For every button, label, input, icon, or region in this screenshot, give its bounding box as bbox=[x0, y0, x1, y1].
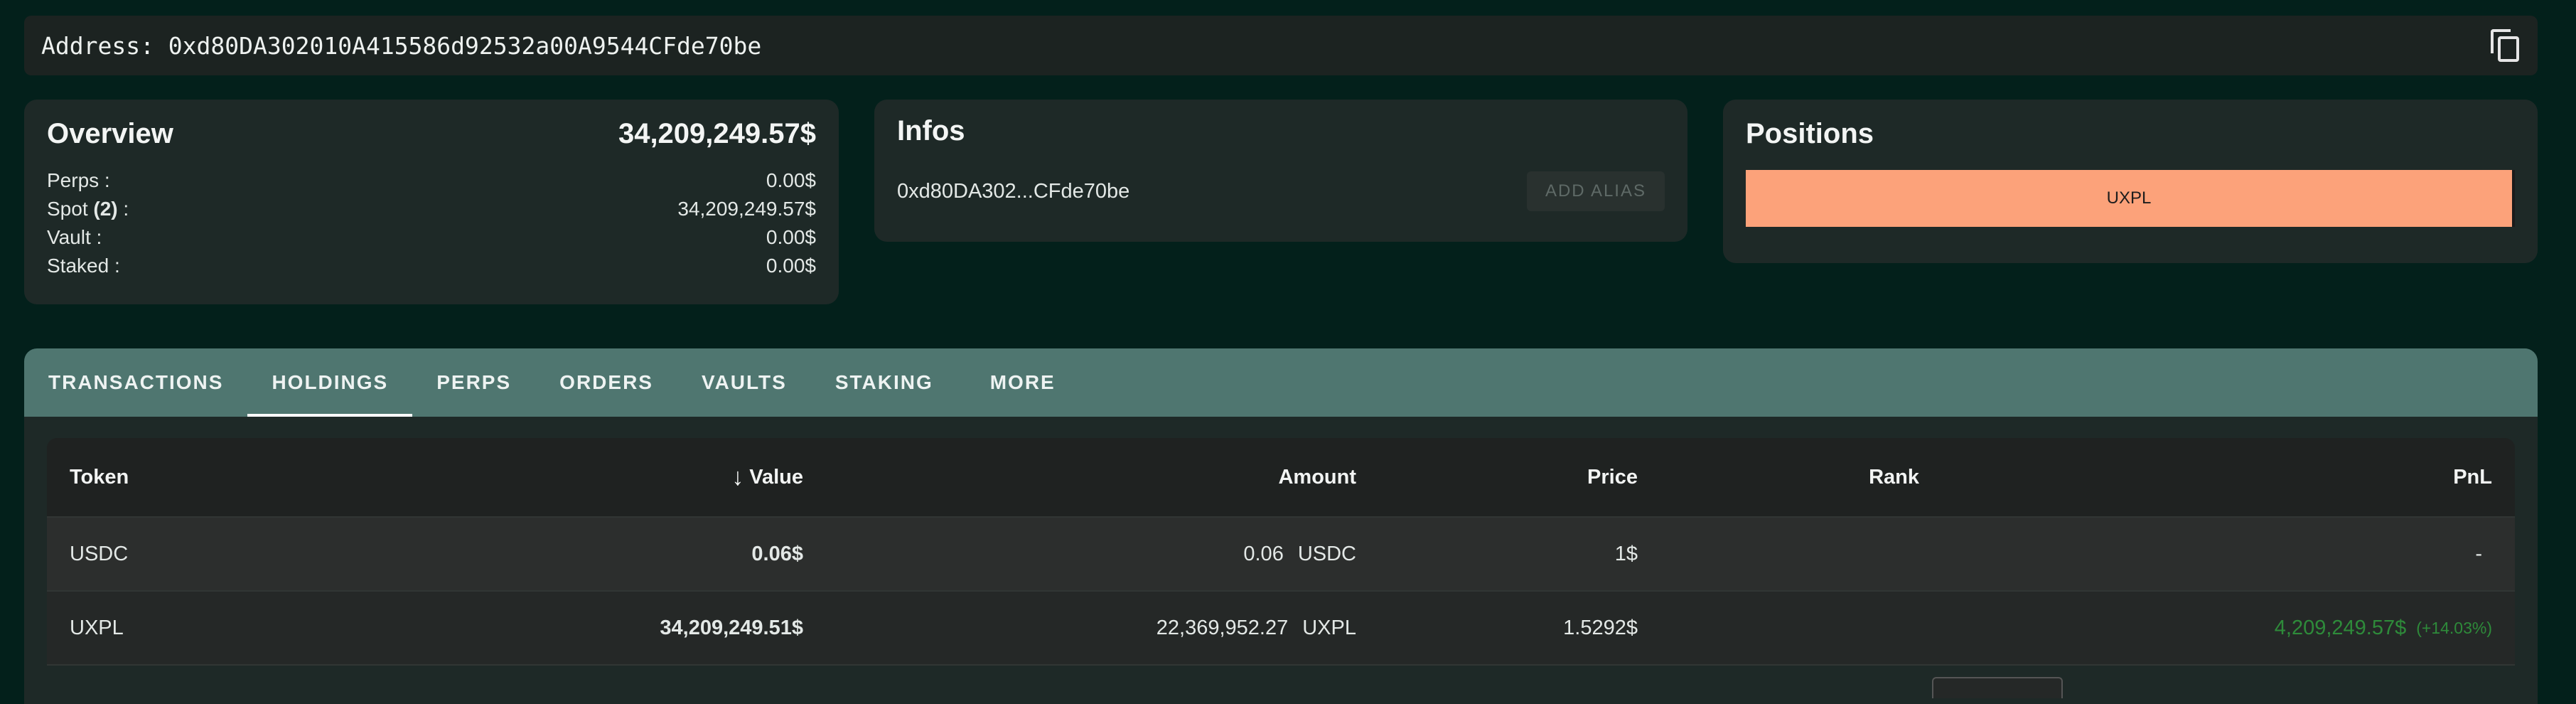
table-row[interactable]: USDC 0.06$ 0.06 USDC 1$ - bbox=[47, 518, 2515, 592]
tab-orders[interactable]: ORDERS bbox=[535, 348, 677, 417]
tab-staking[interactable]: STAKING bbox=[811, 348, 957, 417]
cell-pnl: 4,209,249.57$ (+14.03%) bbox=[2274, 616, 2492, 639]
table-row[interactable]: UXPL 34,209,249.51$ 22,369,952.27 UXPL 1.… bbox=[47, 592, 2515, 666]
tab-transactions[interactable]: TRANSACTIONS bbox=[24, 348, 247, 417]
overview-value: 0.00$ bbox=[766, 169, 816, 191]
positions-card: Positions UXPL bbox=[1723, 100, 2538, 263]
positions-title: Positions bbox=[1746, 118, 1874, 149]
copy-icon[interactable] bbox=[2489, 28, 2521, 63]
tabs-panel: TRANSACTIONS HOLDINGS PERPS ORDERS VAULT… bbox=[24, 348, 2538, 704]
cell-token: USDC bbox=[70, 542, 129, 565]
overview-value: 34,209,249.57$ bbox=[677, 198, 816, 220]
header-value[interactable]: ↓ Value bbox=[731, 438, 803, 516]
table-header: Token ↓ Value Amount Price Rank PnL bbox=[47, 438, 2515, 518]
header-rank[interactable]: Rank bbox=[1869, 438, 1919, 516]
infos-card: Infos 0xd80DA302...CFde70be ADD ALIAS bbox=[874, 100, 1687, 242]
header-amount[interactable]: Amount bbox=[1278, 438, 1356, 516]
infos-title: Infos bbox=[897, 115, 965, 146]
overview-label: Vault : bbox=[47, 226, 102, 248]
cell-price: 1.5292$ bbox=[1563, 616, 1638, 639]
spot-count: (2) bbox=[93, 198, 118, 220]
overview-label: Staked : bbox=[47, 255, 120, 277]
holdings-table-wrap: Token ↓ Value Amount Price Rank PnL USDC… bbox=[24, 417, 2538, 704]
cell-amount: 0.06 USDC bbox=[1243, 542, 1356, 565]
overview-label: Spot (2) : bbox=[47, 198, 129, 220]
cell-amount: 22,369,952.27 UXPL bbox=[1156, 616, 1356, 639]
cell-token: UXPL bbox=[70, 616, 124, 639]
overview-card: Overview 34,209,249.57$ Perps : 0.00$ Sp… bbox=[24, 100, 839, 304]
header-price[interactable]: Price bbox=[1587, 438, 1638, 516]
cell-pnl: - bbox=[2475, 542, 2482, 565]
header-pnl[interactable]: PnL bbox=[2453, 438, 2492, 516]
cell-value: 0.06$ bbox=[751, 542, 803, 565]
tab-more[interactable]: MORE bbox=[966, 348, 1080, 417]
position-bar-uxpl[interactable]: UXPL bbox=[1746, 170, 2515, 227]
header-token[interactable]: Token bbox=[70, 438, 129, 516]
address-bar: Address: 0xd80DA302010A415586d92532a00A9… bbox=[24, 16, 2538, 75]
overview-total: 34,209,249.57$ bbox=[618, 117, 816, 149]
overview-label: Perps : bbox=[47, 169, 110, 191]
short-address: 0xd80DA302...CFde70be bbox=[897, 179, 1130, 203]
tab-holdings[interactable]: HOLDINGS bbox=[247, 348, 413, 417]
overview-row-vault: Vault : 0.00$ bbox=[47, 223, 816, 252]
tab-perps[interactable]: PERPS bbox=[412, 348, 535, 417]
arrow-down-icon: ↓ bbox=[731, 463, 744, 491]
cell-price: 1$ bbox=[1614, 542, 1638, 565]
overview-title: Overview bbox=[47, 117, 173, 149]
address-text: Address: 0xd80DA302010A415586d92532a00A9… bbox=[41, 31, 762, 60]
pagination-select[interactable] bbox=[1932, 677, 2063, 698]
overview-row-perps: Perps : 0.00$ bbox=[47, 166, 816, 195]
cell-value: 34,209,249.51$ bbox=[660, 616, 803, 639]
tab-bar: TRANSACTIONS HOLDINGS PERPS ORDERS VAULT… bbox=[24, 348, 2538, 417]
overview-row-staked: Staked : 0.00$ bbox=[47, 252, 816, 280]
overview-value: 0.00$ bbox=[766, 255, 816, 277]
tab-vaults[interactable]: VAULTS bbox=[677, 348, 811, 417]
overview-value: 0.00$ bbox=[766, 226, 816, 248]
add-alias-button[interactable]: ADD ALIAS bbox=[1526, 171, 1665, 211]
overview-row-spot: Spot (2) : 34,209,249.57$ bbox=[47, 195, 816, 223]
holdings-table: Token ↓ Value Amount Price Rank PnL USDC… bbox=[47, 438, 2515, 666]
